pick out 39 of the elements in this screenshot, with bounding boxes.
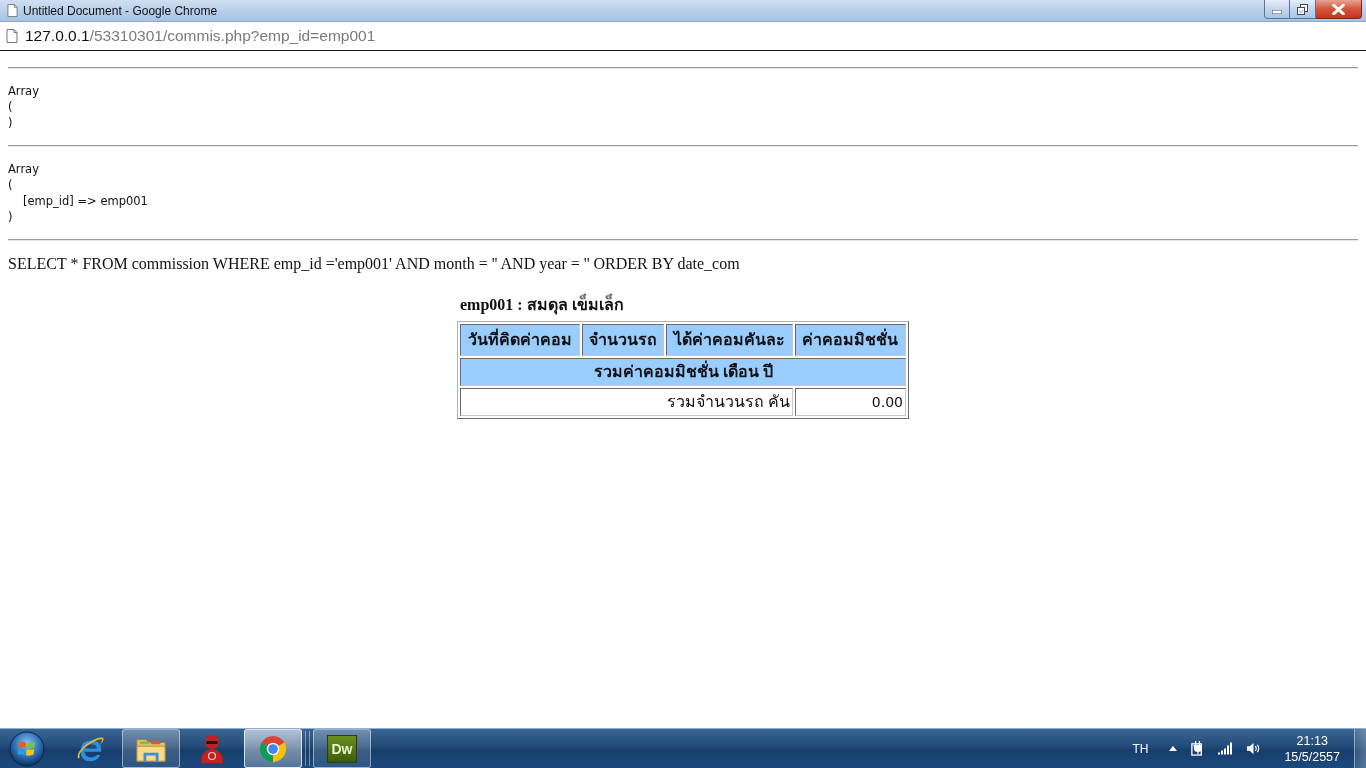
window-title: Untitled Document - Google Chrome — [23, 3, 218, 18]
close-icon — [1332, 3, 1345, 15]
paren-text: ) — [8, 115, 13, 131]
taskbar-button[interactable] — [122, 729, 180, 768]
language-indicator[interactable]: TH — [1132, 741, 1149, 756]
table-cell: รวมจำนวนรถ คัน — [460, 388, 793, 416]
taskbar-button[interactable]: Dw — [313, 729, 371, 768]
table-cell: 0.00 — [794, 388, 906, 416]
minimize-button[interactable] — [1264, 0, 1290, 19]
array-entry: [emp_id] => emp001 — [23, 193, 148, 209]
restore-icon — [1297, 3, 1308, 15]
paren-text: ( — [8, 99, 13, 115]
report-title: emp001 : สมดุล เข็มเล็ก — [460, 295, 624, 315]
clock-button[interactable]: 21:13 15/5/2557 — [1284, 732, 1340, 765]
column-header: ได้ค่าคอมคันละ — [665, 324, 793, 356]
taskbar-button[interactable] — [244, 729, 302, 768]
show-hidden-icons-button[interactable] — [1169, 746, 1178, 751]
column-header: วันที่คิดค่าคอม — [460, 324, 580, 356]
summary-cell: รวมค่าคอมมิชชั่น เดือน ปี — [460, 358, 906, 386]
paren-text: ( — [8, 177, 13, 193]
speaker-icon[interactable] — [1246, 741, 1262, 756]
signal-bars-icon[interactable] — [1218, 741, 1234, 756]
close-button[interactable] — [1316, 0, 1362, 19]
restore-button[interactable] — [1290, 0, 1316, 19]
start-orb-icon — [9, 730, 45, 767]
show-desktop-button[interactable] — [1354, 729, 1366, 768]
page-icon — [6, 29, 18, 43]
paren-text: ) — [8, 209, 13, 225]
column-header: จำนวนรถ — [581, 324, 664, 356]
array-label: Array — [8, 161, 39, 177]
app-logo: Dw — [327, 734, 357, 763]
array-label: Array — [8, 83, 39, 99]
circle-logo-icon — [258, 733, 288, 764]
column-header: ค่าคอมมิชชั่น — [794, 324, 906, 356]
sql-query-text: SELECT * FROM commission WHERE emp_id ='emp001' AND month = '' AND year = '' ORDER BY date_com — [8, 255, 740, 273]
url-field[interactable]: 127.0.0.1/53310301/commis.php?emp_id=emp001 — [25, 27, 376, 45]
triangle-up-icon — [1169, 746, 1178, 751]
page-icon — [7, 4, 18, 17]
minimize-icon — [1272, 10, 1282, 14]
